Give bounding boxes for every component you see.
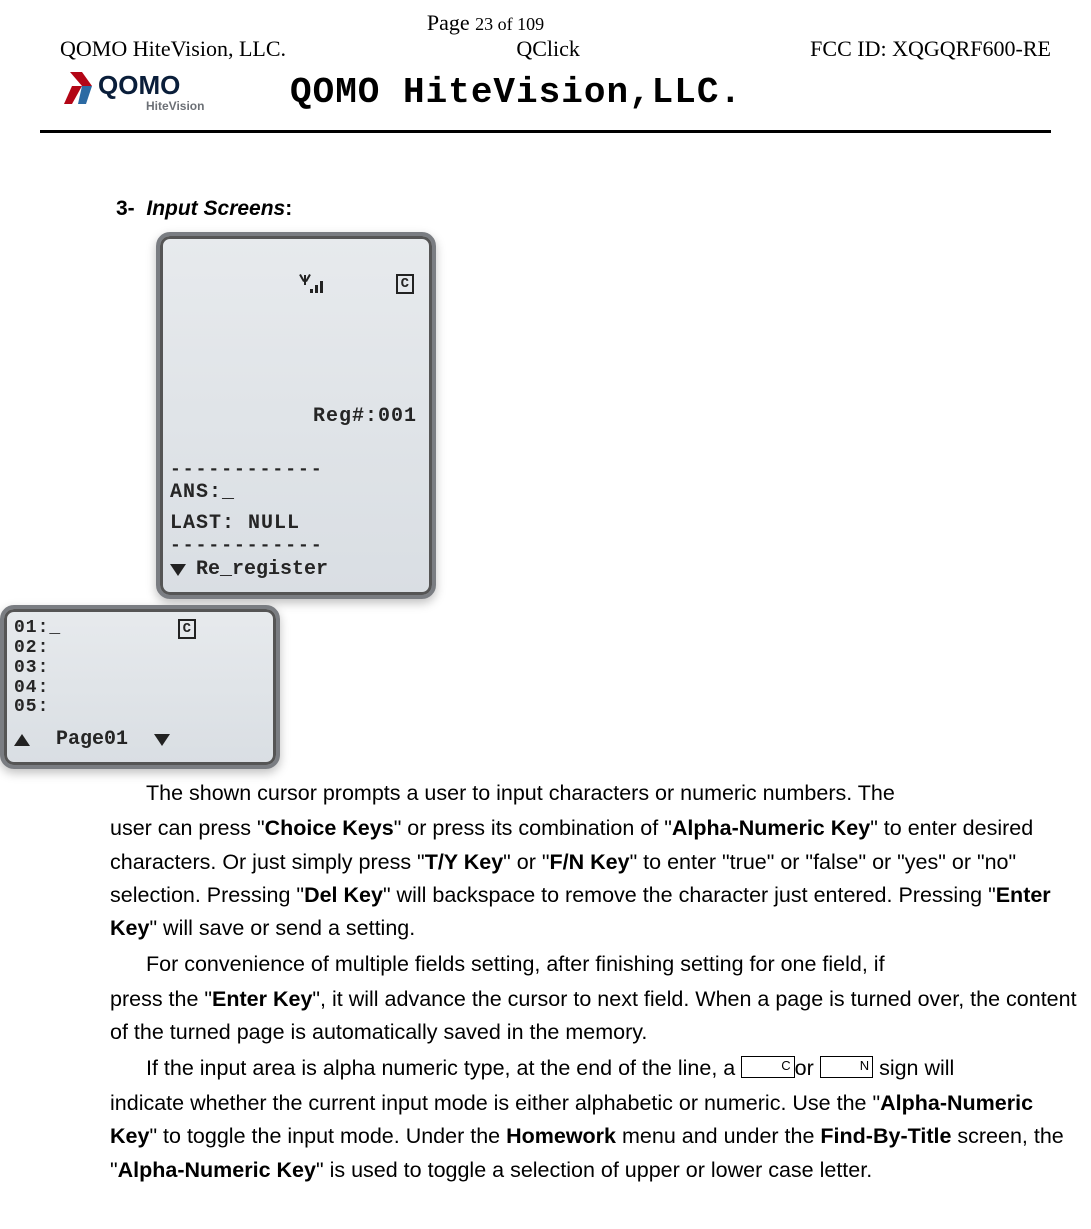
- section-title: Input Screens: [146, 197, 285, 220]
- lcd-reg-text: Reg#:001: [313, 405, 417, 428]
- qomo-logo-icon: QOMO HiteVision: [60, 64, 260, 120]
- mode-indicator-c-icon: C: [396, 274, 414, 294]
- header-company: QOMO HiteVision, LLC.: [60, 36, 286, 62]
- signal-icon: [300, 277, 324, 293]
- paragraph-2-cont: press the "Enter Key", it will advance t…: [110, 983, 1081, 1050]
- lcd-screen-registration: Reg#:001 ------------ ANS:_ C LAST: NULL…: [156, 232, 436, 600]
- paragraph-2: For convenience of multiple fields setti…: [110, 948, 1081, 981]
- lcd-reregister-label: Re_register: [196, 554, 328, 585]
- lcd-list: 01:_ 02: 03: 04: 05:: [14, 619, 266, 718]
- lcd-screen-list: C 01:_ 02: 03: 04: 05: Page01: [0, 605, 280, 769]
- page-of: of: [493, 14, 517, 34]
- content-area: 3- Input Screens: Reg#:001 ------------ …: [0, 133, 1091, 1187]
- list-item: 01:_: [14, 619, 266, 639]
- menu-homework: Homework: [506, 1124, 616, 1148]
- body-text: The shown cursor prompts a user to input…: [110, 777, 1081, 1187]
- section-heading: 3- Input Screens:: [116, 193, 1081, 226]
- down-arrow-icon: [170, 564, 186, 576]
- lcd-divider-2: ------------: [170, 541, 422, 552]
- list-item: 03:: [14, 659, 266, 679]
- lcd-reg-line: Reg#:001: [170, 246, 422, 463]
- up-arrow-icon: [14, 734, 30, 746]
- page-total: 109: [517, 14, 544, 34]
- down-arrow-icon: [154, 734, 170, 746]
- paragraph-1: The shown cursor prompts a user to input…: [110, 777, 1081, 810]
- mode-n-icon: N: [820, 1056, 873, 1078]
- lcd-ans-line: ANS:_: [170, 477, 422, 508]
- company-title: QOMO HiteVision,LLC.: [290, 72, 742, 113]
- lcd-page-row: Page01: [14, 724, 266, 755]
- lcd-last-line: LAST: NULL: [170, 508, 422, 539]
- key-alpha-numeric: Alpha-Numeric Key: [118, 1158, 316, 1182]
- device-screens: Reg#:001 ------------ ANS:_ C LAST: NULL…: [0, 232, 1081, 770]
- paragraph-3-cont: indicate whether the current input mode …: [110, 1087, 1081, 1187]
- key-choice-keys: Choice Keys: [265, 816, 394, 840]
- header-row: QOMO HiteVision, LLC. QClick FCC ID: XQG…: [0, 36, 1091, 62]
- page-label: Page: [427, 10, 475, 35]
- header-fcc-id: FCC ID: XQGQRF600-RE: [810, 36, 1051, 62]
- lcd-divider-1: ------------: [170, 465, 422, 476]
- list-item: 05:: [14, 698, 266, 718]
- section-number: 3-: [116, 197, 135, 220]
- paragraph-1-cont: user can press "Choice Keys" or press it…: [110, 812, 1081, 945]
- page-number: Page 23 of 109: [0, 10, 1091, 36]
- lcd-bottom-row: Re_register: [170, 554, 422, 585]
- document-page: Page 23 of 109 QOMO HiteVision, LLC. QCl…: [0, 0, 1091, 1229]
- key-enter: Enter Key: [212, 987, 312, 1011]
- list-item: 04:: [14, 679, 266, 699]
- key-fn: F/N Key: [550, 850, 630, 874]
- key-alpha-numeric: Alpha-Numeric Key: [672, 816, 870, 840]
- mode-c-icon: C: [741, 1056, 794, 1078]
- key-ty: T/Y Key: [425, 850, 503, 874]
- key-del: Del Key: [304, 883, 383, 907]
- screen-find-by-title: Find-By-Title: [820, 1124, 951, 1148]
- mode-indicator-c-icon: C: [178, 619, 196, 639]
- paragraph-3: If the input area is alpha numeric type,…: [110, 1052, 1081, 1085]
- logo-row: QOMO HiteVision QOMO HiteVision,LLC.: [0, 62, 1091, 124]
- list-item: 02:: [14, 639, 266, 659]
- lcd-page-label: Page01: [56, 724, 128, 755]
- svg-text:HiteVision: HiteVision: [146, 99, 204, 113]
- svg-text:QOMO: QOMO: [98, 70, 180, 100]
- header-product: QClick: [516, 36, 580, 62]
- page-current: 23: [475, 14, 493, 34]
- section-colon: :: [285, 197, 292, 220]
